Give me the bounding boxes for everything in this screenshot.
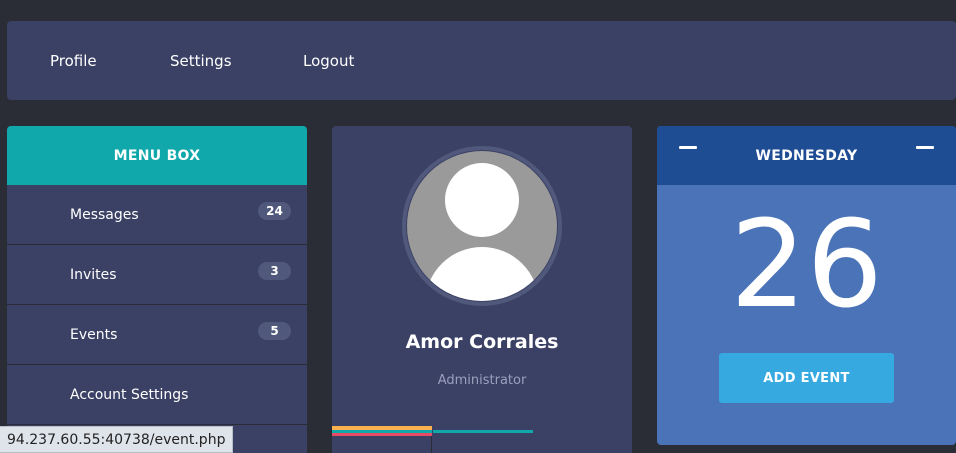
calendar-card: WEDNESDAY 26 ADD EVENT xyxy=(657,126,956,445)
profile-name: Amor Corrales xyxy=(405,331,559,353)
tab-accent-red xyxy=(332,433,432,436)
user-silhouette-icon xyxy=(407,151,557,301)
avatar-head xyxy=(445,163,519,237)
messages-count-badge: 24 xyxy=(258,202,291,220)
nav-link-settings[interactable]: Settings xyxy=(170,51,232,71)
menu-item-invites[interactable]: Invites 3 xyxy=(7,245,307,305)
add-event-button[interactable]: ADD EVENT xyxy=(719,353,894,403)
invites-count-badge: 3 xyxy=(258,262,291,280)
profile-role: Administrator xyxy=(437,373,527,388)
menu-box-title: MENU BOX xyxy=(7,126,307,185)
menu-box: MENU BOX Messages 24 Invites 3 Events 5 … xyxy=(7,126,307,453)
avatar-frame xyxy=(402,146,562,306)
menu-item-messages[interactable]: Messages 24 xyxy=(7,185,307,245)
avatar-shoulders xyxy=(425,247,539,301)
menu-item-events[interactable]: Events 5 xyxy=(7,305,307,365)
menu-item-account-settings[interactable]: Account Settings xyxy=(7,365,307,425)
profile-tab-second[interactable] xyxy=(433,426,533,453)
calendar-weekday: WEDNESDAY xyxy=(755,147,858,164)
menu-item-label: Events xyxy=(70,326,118,343)
profile-card: Amor Corrales Administrator xyxy=(332,126,632,453)
nav-link-logout[interactable]: Logout xyxy=(303,51,354,71)
profile-tabs xyxy=(332,426,632,453)
profile-tab-first[interactable] xyxy=(332,426,432,453)
calendar-day-number: 26 xyxy=(730,196,883,335)
tab-accent-teal xyxy=(433,430,533,433)
menu-item-label: Account Settings xyxy=(70,386,189,403)
calendar-ring-right-icon xyxy=(916,146,934,149)
calendar-header: WEDNESDAY xyxy=(657,126,956,185)
status-bar-url: 94.237.60.55:40738/event.php xyxy=(0,426,234,453)
top-navigation-bar: Profile Settings Logout xyxy=(7,21,956,100)
menu-item-label: Messages xyxy=(70,206,139,223)
menu-item-label: Invites xyxy=(70,266,117,283)
nav-link-profile[interactable]: Profile xyxy=(50,51,97,71)
events-count-badge: 5 xyxy=(258,322,291,340)
calendar-ring-left-icon xyxy=(679,146,697,149)
